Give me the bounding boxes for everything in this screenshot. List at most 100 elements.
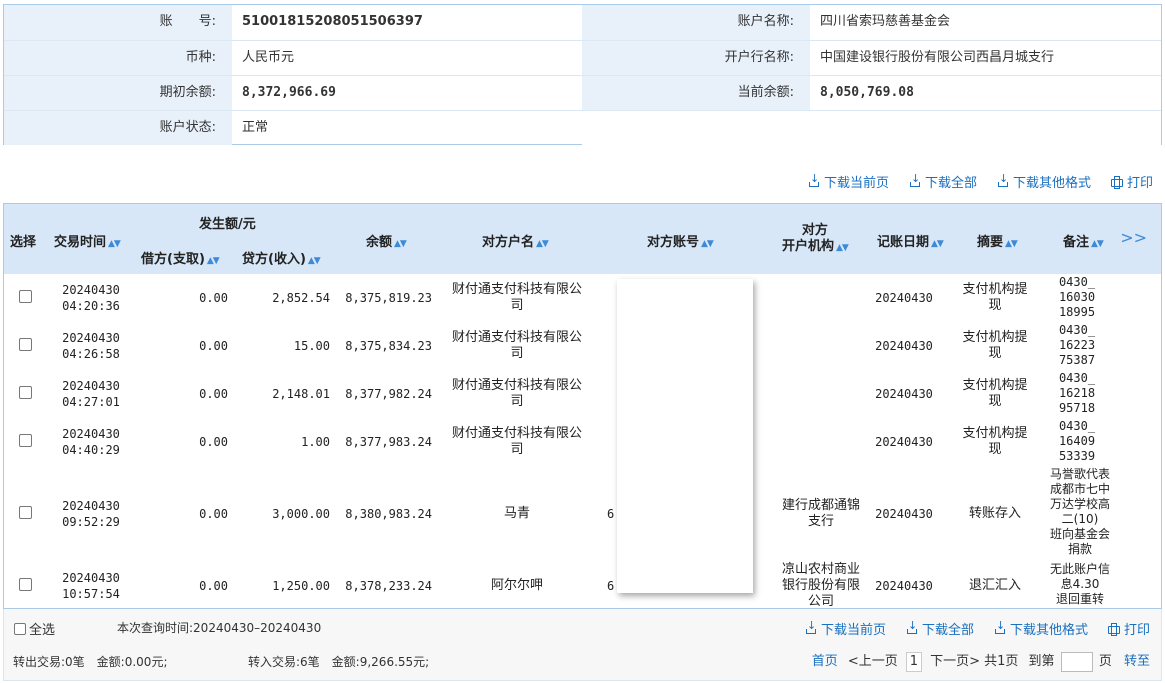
table-row[interactable]: 20240430 04:26:58 0.00 15.00 8,375,834.23… [4,322,1161,370]
out-summary: 转出交易:0笔 金额:0.00元; [13,655,168,669]
row-credit: 1.00 [301,435,330,449]
row-balance: 8,378,233.24 [345,579,432,593]
row-checkbox[interactable] [19,386,32,399]
header-debit-label: 借方(支取) [141,252,205,267]
print-button[interactable]: 打印 [1110,172,1153,191]
row-remark: 0430_ 16223 75387 [1058,323,1096,367]
header-summary[interactable]: 摘要 ▲▼ [977,231,1018,250]
row-credit: 1,250.00 [272,579,330,593]
in-summary: 转入交易:6笔 金额:9,266.55元; [248,655,430,669]
row-counterparty-name: 财付通支付科技有限公司 [451,378,582,409]
table-row[interactable]: 20240430 10:57:54 0.00 1,250.00 8,378,233… [4,562,1161,608]
row-checkbox[interactable] [19,506,32,519]
select-all[interactable]: 全选 [14,619,55,638]
row-summary: 转账存入 [968,506,1021,521]
header-balance[interactable]: 余额 ▲▼ [366,231,407,250]
header-booking-date-label: 记账日期 [877,235,930,250]
row-checkbox[interactable] [19,290,32,303]
download-icon [906,619,918,635]
header-counterparty-account[interactable]: 对方账号 ▲▼ [647,231,714,250]
header-booking-date[interactable]: 记账日期 ▲▼ [877,231,944,250]
row-credit: 2,852.54 [272,291,330,305]
row-remark: 马誉歌代表 成都市七中 万达学校高 二(10) 班向基金会 捐款 [1049,467,1110,556]
account-info-panel: 账 号: 51001815208051506397 账户名称: 四川省索玛慈善基… [3,4,1162,145]
row-counterparty-bank: 建行成都通锦 支行 [781,498,860,529]
header-remark[interactable]: 备注 ▲▼ [1063,231,1104,250]
download-other-button[interactable]: 下载其他格式 [997,172,1091,191]
info-row-status: 账户状态: 正常 [4,110,1161,145]
header-counterparty-bank[interactable]: 对方 开户机构 ▲▼ [782,223,849,256]
sort-icon: ▲▼ [206,256,220,266]
row-summary: 支付机构提现 [962,330,1028,361]
row-time: 20240430 04:40:29 [62,427,120,457]
row-checkbox[interactable] [19,578,32,591]
printer-icon [1110,175,1123,189]
download-page-button[interactable]: 下载当前页 [808,172,889,191]
next-page[interactable]: 下一页> [930,654,980,669]
print-label: 打印 [1126,176,1153,191]
table-row[interactable]: 20240430 04:27:01 0.00 2,148.01 8,377,982… [4,370,1161,418]
row-debit: 0.00 [199,507,228,521]
opening-balance-label: 期初余额: [4,76,232,110]
row-summary: 支付机构提现 [962,426,1028,457]
row-time: 20240430 04:27:01 [62,379,120,409]
status-row-filler [582,111,1161,145]
current-page[interactable]: 1 [905,652,922,672]
download-all-button[interactable]: 下载全部 [906,619,974,638]
prev-page[interactable]: <上一页 [848,654,898,669]
row-remark: 0430_ 16030 18995 [1058,275,1096,319]
header-remark-label: 备注 [1063,235,1090,250]
download-all-button[interactable]: 下载全部 [909,172,977,191]
download-page-button[interactable]: 下载当前页 [805,619,886,638]
row-balance: 8,375,819.23 [345,291,432,305]
row-balance: 8,375,834.23 [345,339,432,353]
current-balance-label: 当前余额: [582,76,810,110]
header-counterparty-name-label: 对方户名 [482,235,535,250]
row-summary: 支付机构提现 [962,282,1028,313]
header-debit[interactable]: 借方(支取) ▲▼ [141,248,220,267]
info-row-balance: 期初余额: 8,372,966.69 当前余额: 8,050,769.08 [4,75,1161,110]
sort-icon: ▲▼ [931,239,944,249]
expand-columns-icon[interactable]: >> [1120,228,1147,247]
first-page-link[interactable]: 首页 [812,654,838,669]
row-balance: 8,377,982.24 [345,387,432,401]
status-label: 账户状态: [4,111,232,145]
row-debit: 0.00 [199,339,228,353]
printer-icon [1107,622,1120,636]
current-balance-value: 8,050,769.08 [820,85,914,100]
table-row[interactable]: 20240430 09:52:29 0.00 3,000.00 8,380,983… [4,466,1161,562]
currency-label: 币种: [4,41,232,75]
row-checkbox[interactable] [19,338,32,351]
header-counterparty-name[interactable]: 对方户名 ▲▼ [482,231,549,250]
goto-page-input[interactable] [1060,651,1093,672]
download-other-button[interactable]: 下载其他格式 [994,619,1088,638]
row-debit: 0.00 [199,579,228,593]
go-button[interactable]: 转至 [1124,654,1150,669]
sort-icon: ▲▼ [836,243,849,253]
row-debit: 0.00 [199,435,228,449]
bank-value: 中国建设银行股份有限公司西昌月城支行 [820,50,1055,65]
row-counterparty-name: 财付通支付科技有限公司 [451,426,582,457]
header-time[interactable]: 交易时间 ▲▼ [54,231,121,250]
download-all-label: 下载全部 [921,623,974,638]
header-counterparty-account-label: 对方账号 [647,235,700,250]
row-checkbox[interactable] [19,434,32,447]
top-toolbar: 下载当前页 下载全部 下载其他格式 打印 [808,172,1153,191]
sort-icon: ▲▼ [536,239,549,249]
select-all-checkbox[interactable] [14,622,26,635]
row-credit: 3,000.00 [272,507,330,521]
table-footer: 全选 本次查询时间:20240430–20240430 下载当前页 下载全部 下… [3,609,1162,681]
download-icon [808,172,820,188]
table-row[interactable]: 20240430 04:20:36 0.00 2,852.54 8,375,819… [4,274,1161,322]
header-credit[interactable]: 贷方(收入) ▲▼ [242,248,321,267]
account-name-value: 四川省索玛慈善基金会 [820,14,951,29]
header-counterparty-bank-line1: 对方 [801,223,828,238]
print-button[interactable]: 打印 [1107,619,1150,638]
row-credit: 2,148.01 [272,387,330,401]
download-icon [997,172,1009,188]
print-label: 打印 [1123,623,1150,638]
row-booking-date: 20240430 [875,291,933,305]
table-row[interactable]: 20240430 04:40:29 0.00 1.00 8,377,983.24 … [4,418,1161,466]
select-all-label: 全选 [29,623,56,638]
pagination: 首页 <上一页 1 下一页> 共1页 到第 页 转至 [812,650,1150,672]
